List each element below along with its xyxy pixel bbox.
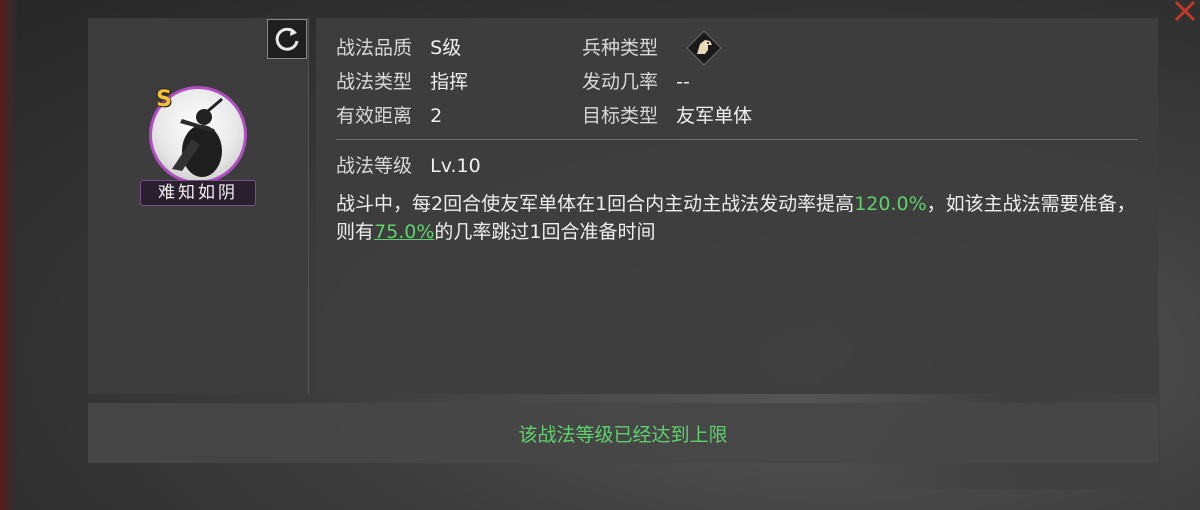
quality-value: S级: [430, 37, 462, 59]
target-label: 目标类型: [582, 105, 659, 127]
quality-label: 战法品质: [336, 37, 413, 59]
quality-row: 战法品质 S级: [336, 36, 461, 60]
background-edge: [0, 0, 18, 510]
status-bar: 该战法等级已经达到上限: [88, 403, 1158, 463]
close-button[interactable]: [1172, 0, 1198, 26]
skill-portrait-panel: [88, 18, 309, 394]
divider: [336, 139, 1138, 140]
type-label: 战法类型: [336, 71, 413, 93]
refresh-icon: [275, 27, 299, 51]
skill-description: 战斗中，每2回合使友军单体在1回合内主动主战法发动率提高120.0%，如该主战法…: [336, 190, 1146, 246]
refresh-button[interactable]: [267, 19, 307, 59]
type-value: 指挥: [430, 71, 469, 93]
type-row: 战法类型 指挥: [336, 70, 468, 94]
description-text-1: 战斗中，每2回合使友军单体在1回合内主动主战法发动率提高: [336, 193, 855, 215]
range-label: 有效距离: [336, 105, 413, 127]
description-value-2[interactable]: 75.0%: [374, 221, 434, 243]
target-value: 友军单体: [676, 105, 753, 127]
description-value-1: 120.0%: [854, 193, 927, 215]
rate-row: 发动几率 --: [582, 70, 690, 94]
max-level-status: 该战法等级已经达到上限: [518, 423, 728, 446]
horse-icon: [686, 30, 722, 66]
skill-name: 难知如阴: [140, 180, 256, 206]
level-row: 战法等级 Lv.10: [336, 154, 481, 178]
range-value: 2: [430, 105, 443, 127]
target-row: 目标类型 友军单体: [582, 104, 752, 128]
level-label: 战法等级: [336, 155, 413, 177]
level-value: Lv.10: [430, 155, 481, 177]
grade-badge: S: [156, 87, 172, 112]
rate-value: --: [676, 71, 690, 93]
rate-label: 发动几率: [582, 71, 659, 93]
range-row: 有效距离 2: [336, 104, 442, 128]
troop-label: 兵种类型: [582, 37, 659, 59]
troop-row: 兵种类型: [582, 36, 658, 60]
close-icon: [1174, 0, 1196, 22]
description-text-3: 的几率跳过1回合准备时间: [434, 221, 656, 243]
